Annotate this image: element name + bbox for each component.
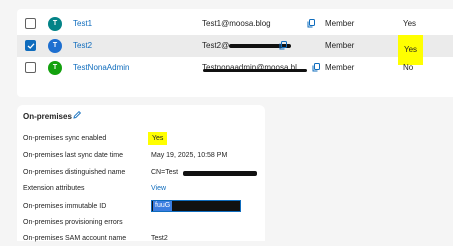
row-checkbox[interactable] <box>25 62 36 73</box>
prop-value: CN=Test <box>151 169 179 176</box>
selected-value[interactable]: fuuG <box>151 200 241 212</box>
user-type: Member <box>325 19 355 28</box>
prop-label: On-premises provisioning errors <box>23 219 123 226</box>
prop-label: On-premises SAM account name <box>23 235 127 242</box>
user-row[interactable]: T Test1 Test1@moosa.blog Member Yes <box>17 13 453 35</box>
prop-sync-enabled: On-premises sync enabled Yes <box>23 132 263 146</box>
copy-icon[interactable] <box>279 41 287 50</box>
prop-value: May 19, 2025, 10:58 PM <box>151 152 228 159</box>
prop-last-sync: On-premises last sync date time May 19, … <box>23 151 263 163</box>
user-name-link[interactable]: TestNonaAdmin <box>73 57 129 79</box>
avatar: T <box>48 39 62 53</box>
prop-sam-account: On-premises SAM account name Test2 <box>23 234 263 246</box>
prop-distinguished-name: On-premises distinguished name CN=Test <box>23 168 263 180</box>
prop-label: On-premises sync enabled <box>23 135 107 142</box>
copy-icon[interactable] <box>307 19 315 28</box>
user-type: Member <box>325 41 355 50</box>
prop-extension-attributes: Extension attributes View <box>23 184 263 196</box>
user-row[interactable]: T TestNonaAdmin Testnonaadmin@moosa.bl M… <box>17 57 453 79</box>
view-link[interactable]: View <box>151 184 166 194</box>
prop-provisioning-errors: On-premises provisioning errors <box>23 218 263 230</box>
redaction-mark <box>183 171 257 176</box>
avatar: T <box>48 61 62 75</box>
row-checkbox[interactable] <box>25 18 36 29</box>
users-list: T Test1 Test1@moosa.blog Member Yes T Te… <box>17 9 453 97</box>
prop-label: On-premises distinguished name <box>23 169 126 176</box>
copy-icon[interactable] <box>312 63 320 72</box>
row-checkbox[interactable] <box>25 40 36 51</box>
prop-label: On-premises last sync date time <box>23 152 123 159</box>
on-premises-card: On-premises On-premises sync enabled Yes… <box>17 105 265 242</box>
user-name-link[interactable]: Test2 <box>73 35 92 57</box>
prop-label: Extension attributes <box>23 185 85 192</box>
account-enabled: Yes <box>403 19 417 28</box>
prop-value: Yes <box>148 132 168 145</box>
checkmark-icon <box>27 43 35 49</box>
user-type: Member <box>325 63 355 72</box>
redaction-mark <box>203 69 307 72</box>
pencil-icon[interactable] <box>72 110 82 120</box>
prop-label: On-premises immutable ID <box>23 203 107 210</box>
user-principal-name: Testnonaadmin@moosa.bl <box>202 63 297 72</box>
prop-value: fuuG <box>153 201 173 211</box>
avatar: T <box>48 17 62 31</box>
account-enabled: No <box>403 63 414 72</box>
user-row[interactable]: T Test2 Test2@ Member Yes <box>17 35 453 65</box>
prop-value: Test2 <box>151 235 168 242</box>
user-principal-name: Test1@moosa.blog <box>202 19 271 28</box>
prop-immutable-id: On-premises immutable ID fuuG <box>23 200 263 214</box>
section-title: On-premises <box>23 112 72 121</box>
user-name-link[interactable]: Test1 <box>73 13 92 35</box>
